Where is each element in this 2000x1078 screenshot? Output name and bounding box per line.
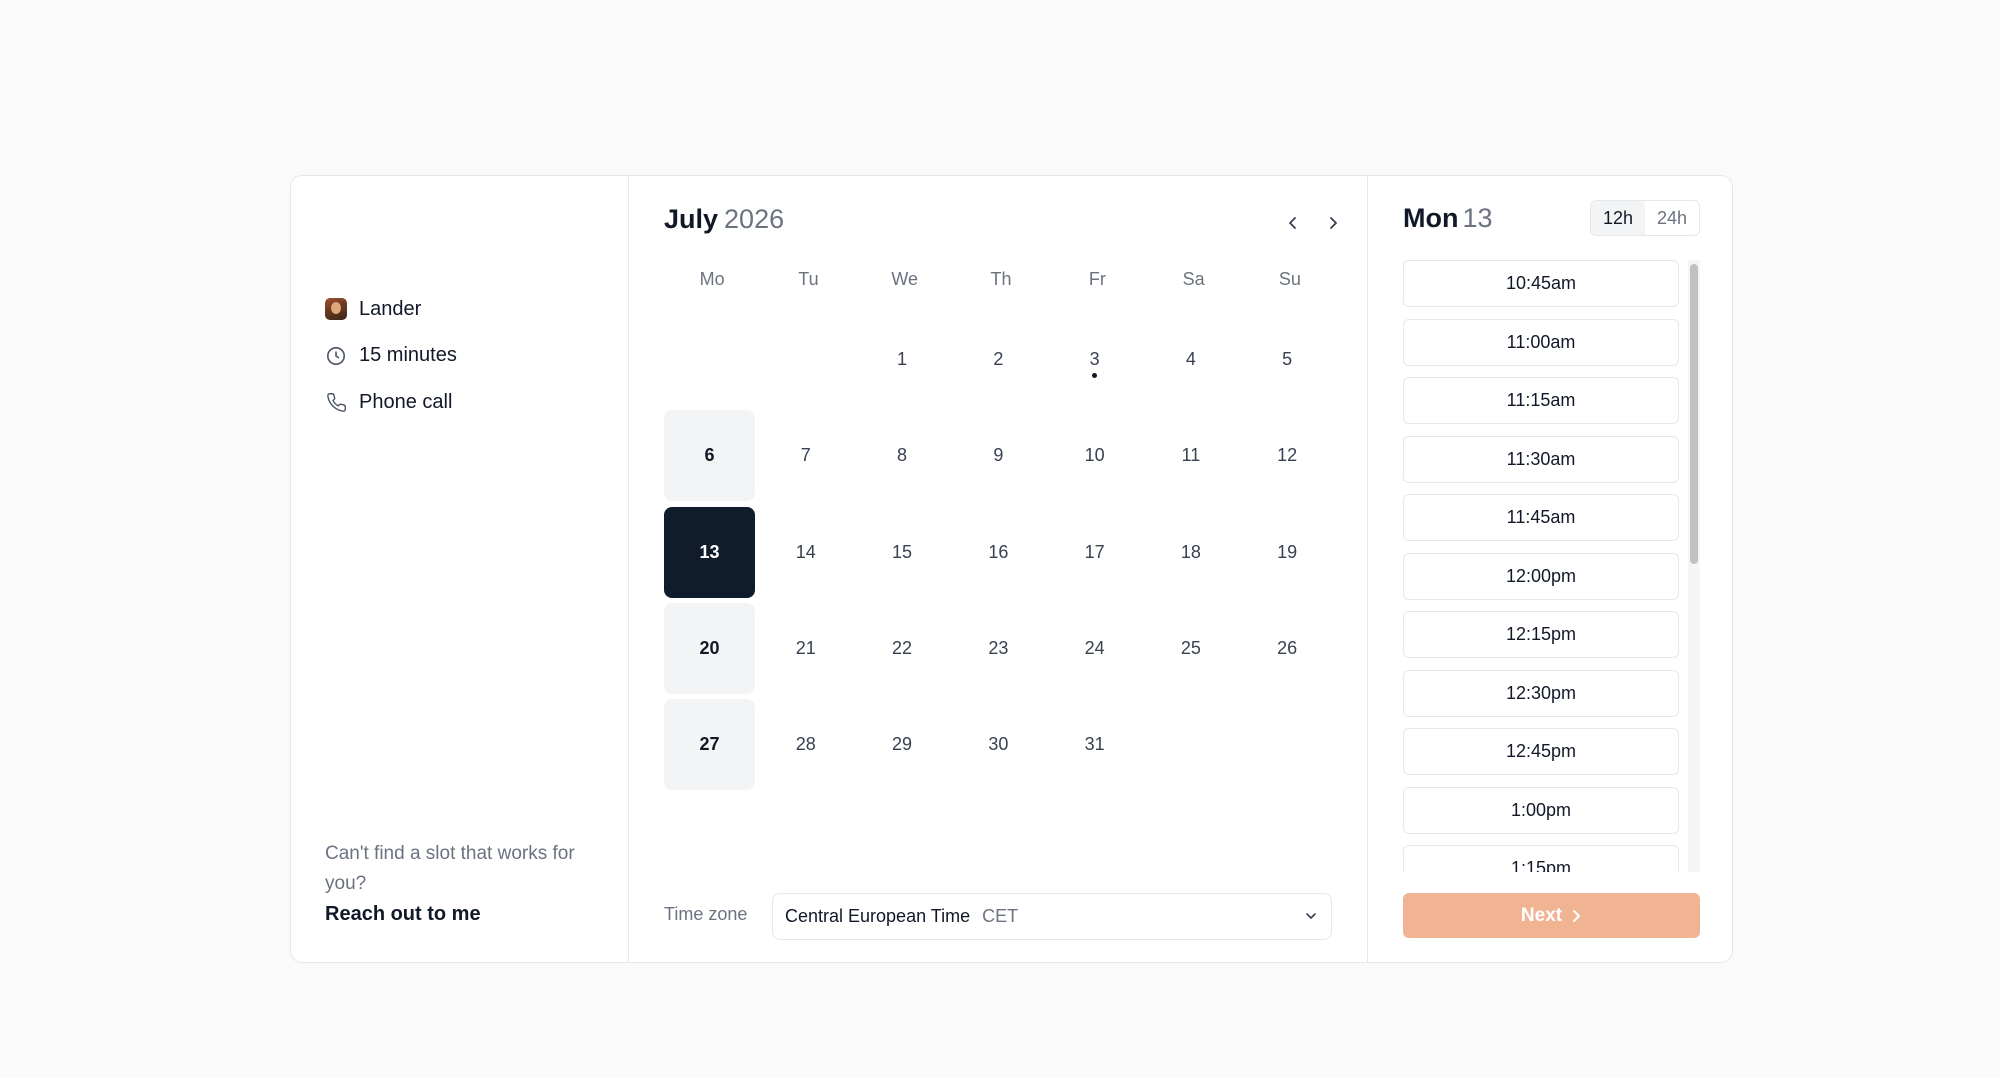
calendar-grid: 1 2 3 4 5 6 7 8 9 10 11 12 13 14 15 16 17 18 19 20 21 22 23 24 2… bbox=[664, 314, 1338, 795]
time-slot-button[interactable]: 12:15pm bbox=[1403, 611, 1679, 658]
timezone-abbr: CET bbox=[982, 906, 1019, 926]
time-slot-button[interactable]: 12:30pm bbox=[1403, 669, 1679, 717]
next-month-button[interactable] bbox=[1316, 206, 1350, 240]
time-slot-button[interactable]: 11:00am bbox=[1403, 318, 1679, 366]
avatar bbox=[325, 298, 347, 321]
calendar-day: 11 bbox=[1181, 445, 1201, 466]
host-info-panel: Lander 15 minutes Phone call Can't find … bbox=[291, 176, 629, 962]
time-slots-panel: Mon 13 12h 24h 10:45am 11:00am 11:15am 11:30… bbox=[1369, 176, 1732, 962]
calendar-day: 15 bbox=[892, 541, 913, 562]
clock-icon bbox=[325, 345, 347, 367]
time-slot-button[interactable]: 12:45pm bbox=[1403, 728, 1679, 775]
weekday-header: Mo Tu We Th Fr Sa Su bbox=[664, 264, 1338, 294]
help-question: Can't find a slot that works for you? bbox=[325, 843, 575, 894]
calendar-week-row: 20 21 22 23 24 25 26 bbox=[664, 602, 1338, 699]
event-details: Lander 15 minutes Phone call bbox=[325, 286, 457, 426]
calendar-day-available[interactable]: 6 bbox=[664, 410, 755, 502]
timezone-label: Time zone bbox=[664, 904, 748, 924]
calendar-day: 29 bbox=[892, 734, 913, 755]
selected-day-title: Mon 13 bbox=[1403, 203, 1493, 234]
time-slot-list: 10:45am 11:00am 11:15am 11:30am 11:45am 12:00… bbox=[1403, 260, 1700, 872]
calendar-day: 3 bbox=[1049, 314, 1140, 405]
help-section: Can't find a slot that works for you? Re… bbox=[325, 839, 615, 926]
calendar-day: 19 bbox=[1277, 541, 1298, 562]
calendar-day: 21 bbox=[795, 637, 816, 658]
calendar-day: 12 bbox=[1277, 445, 1298, 466]
calendar-day: 1 bbox=[897, 349, 908, 369]
time-slot-button[interactable]: 1:15pm bbox=[1403, 845, 1679, 872]
weekday-label: Tu bbox=[798, 269, 819, 289]
calendar-day-selected[interactable]: 13 bbox=[664, 506, 755, 598]
weekday-label: We bbox=[891, 269, 919, 289]
calendar-day: 9 bbox=[993, 445, 1004, 466]
time-slot-button[interactable]: 11:45am bbox=[1403, 494, 1679, 541]
calendar-day: 25 bbox=[1180, 637, 1201, 658]
phone-icon bbox=[325, 391, 347, 413]
timezone-name: Central European Time bbox=[785, 906, 971, 926]
duration-text: 15 minutes bbox=[359, 344, 457, 367]
prev-month-button[interactable] bbox=[1276, 206, 1310, 240]
avatar-icon bbox=[325, 298, 347, 321]
month-title: July 2026 bbox=[664, 204, 784, 235]
calendar-week-row: 1 2 3 4 5 bbox=[664, 314, 1338, 410]
next-button-label: Next bbox=[1520, 904, 1563, 926]
calendar-day-available[interactable]: 20 bbox=[664, 602, 755, 694]
booking-card: Lander 15 minutes Phone call Can't find … bbox=[290, 175, 1733, 963]
calendar-day: 26 bbox=[1277, 637, 1298, 658]
calendar-day: 4 bbox=[1185, 349, 1196, 369]
scrollbar[interactable] bbox=[1688, 260, 1700, 872]
next-button[interactable]: Next bbox=[1403, 893, 1700, 938]
calendar-week-row: 27 28 29 30 31 bbox=[664, 699, 1338, 795]
host-name: Lander bbox=[359, 297, 422, 320]
scrollbar-thumb[interactable] bbox=[1690, 264, 1698, 564]
month-name: July bbox=[664, 204, 719, 234]
selected-day-number: 13 bbox=[1462, 203, 1493, 233]
chevron-down-icon bbox=[1306, 913, 1316, 919]
calendar-day: 18 bbox=[1180, 541, 1201, 562]
calendar-day: 8 bbox=[897, 445, 908, 466]
time-slot-button[interactable]: 12:00pm bbox=[1403, 552, 1679, 600]
calendar-week-row: 13 14 15 16 17 18 19 bbox=[664, 506, 1338, 603]
chevron-right-icon bbox=[1573, 909, 1581, 922]
weekday-label: Mo bbox=[699, 269, 725, 289]
calendar-day: 10 bbox=[1084, 445, 1105, 466]
format-24h-button[interactable]: 24h bbox=[1645, 201, 1699, 235]
calendar-day: 31 bbox=[1084, 734, 1105, 755]
format-12h-button[interactable]: 12h bbox=[1591, 201, 1645, 235]
calendar-day: 30 bbox=[988, 734, 1009, 755]
host-row: Lander bbox=[325, 286, 457, 333]
duration-row: 15 minutes bbox=[325, 333, 457, 380]
calendar-day: 22 bbox=[892, 637, 913, 658]
weekday-label: Su bbox=[1278, 269, 1301, 289]
calendar-day: 28 bbox=[795, 734, 816, 755]
calendar-day: 2 bbox=[993, 349, 1004, 369]
calendar-week-row: 6 7 8 9 10 11 12 bbox=[664, 410, 1338, 506]
chevron-right-icon bbox=[1330, 217, 1337, 229]
calendar-day: 24 bbox=[1084, 637, 1105, 658]
time-slot-button[interactable]: 11:15am bbox=[1403, 377, 1679, 424]
reach-out-link[interactable]: Reach out to me bbox=[325, 903, 615, 926]
calendar-day: 16 bbox=[988, 541, 1009, 562]
location-row: Phone call bbox=[325, 379, 457, 426]
location-text: Phone call bbox=[359, 390, 453, 413]
chevron-left-icon bbox=[1289, 217, 1296, 229]
selected-weekday: Mon bbox=[1403, 203, 1459, 233]
calendar-day: 5 bbox=[1282, 349, 1293, 369]
calendar-day: 23 bbox=[988, 637, 1009, 658]
weekday-label: Fr bbox=[1088, 269, 1106, 289]
timezone-select[interactable]: Central European Time CET bbox=[772, 893, 1332, 940]
time-slot-button[interactable]: 10:45am bbox=[1403, 260, 1679, 307]
weekday-label: Sa bbox=[1182, 269, 1205, 289]
calendar-day-available[interactable]: 27 bbox=[664, 699, 755, 791]
calendar-panel: July 2026 Mo Tu We Th Fr Sa Su 1 2 3 4 5 6 7 8 9 10 11 12 1… bbox=[630, 176, 1368, 962]
weekday-label: Th bbox=[990, 269, 1012, 289]
calendar-day: 17 bbox=[1084, 541, 1105, 562]
calendar-day: 7 bbox=[800, 445, 811, 466]
calendar-day: 14 bbox=[795, 541, 816, 562]
time-format-toggle: 12h 24h bbox=[1590, 200, 1700, 236]
time-slot-button[interactable]: 1:00pm bbox=[1403, 786, 1679, 834]
year: 2026 bbox=[724, 204, 785, 234]
time-slot-button[interactable]: 11:30am bbox=[1403, 435, 1679, 483]
